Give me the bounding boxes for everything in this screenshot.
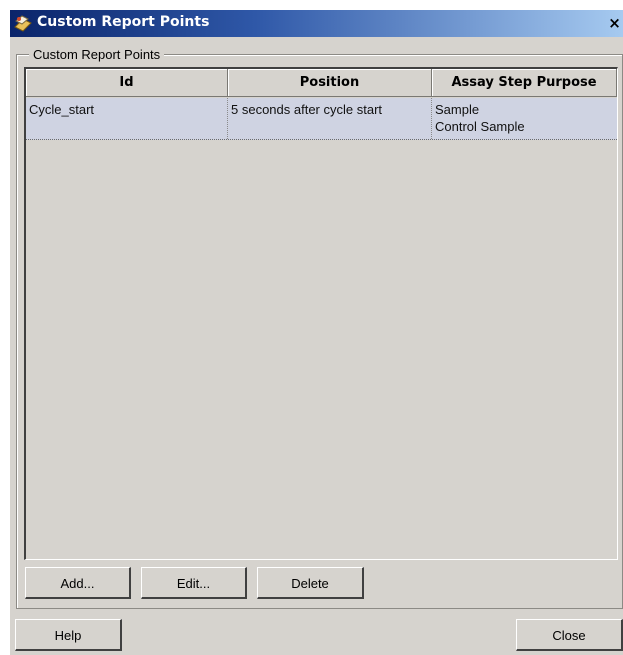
column-header-id[interactable]: Id <box>26 69 228 97</box>
purpose-line: Control Sample <box>435 119 525 134</box>
help-button[interactable]: Help <box>15 619 122 651</box>
cell-assay-step-purpose: Sample Control Sample <box>432 98 617 139</box>
column-header-assay-step-purpose[interactable]: Assay Step Purpose <box>432 69 617 97</box>
report-points-table[interactable]: Id Position Assay Step Purpose Cycle_sta… <box>24 67 618 560</box>
close-button[interactable]: Close <box>516 619 623 651</box>
title-bar[interactable]: Custom Report Points × <box>10 10 623 37</box>
edit-button[interactable]: Edit... <box>141 567 247 599</box>
window-title: Custom Report Points <box>37 14 210 30</box>
add-button[interactable]: Add... <box>25 567 131 599</box>
column-header-position[interactable]: Position <box>228 69 432 97</box>
custom-report-points-dialog: Custom Report Points × Custom Report Poi… <box>10 10 623 655</box>
purpose-line: Sample <box>435 102 480 117</box>
cell-position: 5 seconds after cycle start <box>228 98 432 139</box>
group-legend: Custom Report Points <box>29 47 165 62</box>
close-icon[interactable]: × <box>606 13 623 33</box>
app-icon <box>14 15 32 32</box>
delete-button[interactable]: Delete <box>257 567 364 599</box>
cell-id: Cycle_start <box>26 98 228 139</box>
table-row[interactable]: Cycle_start 5 seconds after cycle start … <box>26 98 617 140</box>
